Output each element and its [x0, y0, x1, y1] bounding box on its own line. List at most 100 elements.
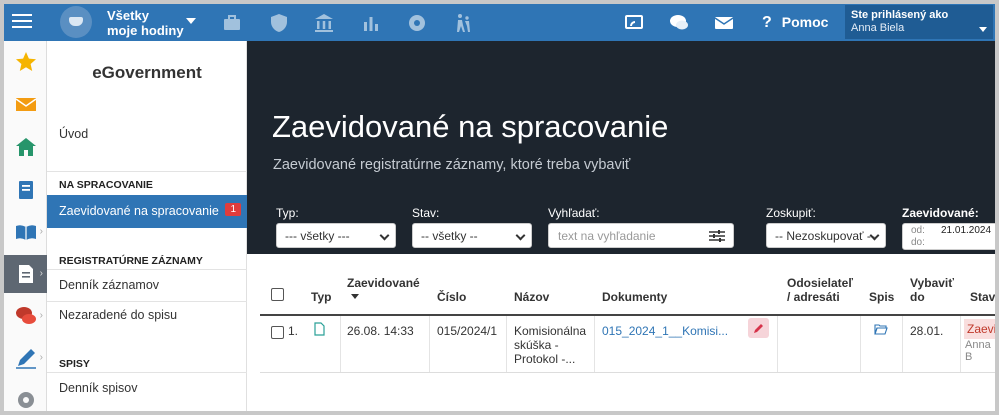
- column-header-vybavit[interactable]: Vybaviť do: [910, 276, 954, 304]
- column-header-odosielatel[interactable]: Odosielateľ / adresáti: [787, 276, 853, 304]
- column-header-label: Zaevidované: [347, 276, 420, 290]
- sidebar-item-dennik-zaznamov[interactable]: Denník záznamov: [47, 270, 247, 301]
- user-menu[interactable]: Ste prihlásený ako Anna Biela: [845, 5, 993, 39]
- page-title: Zaevidované na spracovanie: [272, 109, 669, 144]
- envelope-icon[interactable]: [4, 85, 47, 123]
- document-icon[interactable]: ›: [4, 255, 47, 293]
- date-range-picker[interactable]: od: 21.01.2024 do:neobmedzene: [902, 223, 995, 250]
- column-header-cislo[interactable]: Číslo: [437, 290, 466, 304]
- user-name: Anna Biela: [851, 22, 905, 34]
- nazov-line: Protokol -...: [514, 352, 576, 366]
- group-select[interactable]: -- Nezoskupovať --: [766, 223, 886, 248]
- cell-divider: [429, 316, 430, 372]
- select-all-checkbox[interactable]: [271, 288, 284, 301]
- briefcase-icon[interactable]: [222, 13, 242, 33]
- records-table: Typ Zaevidované Číslo Názov Dokumenty Od…: [260, 266, 995, 411]
- section-title: NA SPRACOVANIE: [59, 179, 153, 191]
- brand-title: eGovernment: [92, 63, 202, 82]
- nazov-line: skúška -: [514, 338, 559, 352]
- help-label: Pomoc: [781, 14, 829, 30]
- column-header-typ[interactable]: Typ: [311, 290, 331, 304]
- cell-divider: [340, 316, 341, 372]
- typ-select-value: --- všetky ---: [285, 229, 350, 243]
- date-to-value: neobmedzene: [911, 249, 974, 250]
- bar-chart-icon[interactable]: [361, 13, 381, 33]
- column-header-label: Odosielateľ: [787, 276, 853, 290]
- gear-icon[interactable]: [407, 13, 427, 33]
- cell-vybavit: 28.01.: [910, 324, 944, 338]
- date-to-label: do:: [911, 237, 925, 248]
- edit-button[interactable]: [748, 318, 769, 338]
- date-from-label: od:: [911, 225, 925, 236]
- stav-select[interactable]: -- všetky --: [412, 223, 532, 248]
- chevron-right-icon: ›: [39, 268, 43, 279]
- row-checkbox[interactable]: [271, 326, 284, 339]
- bank-icon[interactable]: [314, 13, 334, 33]
- module-icon-bar: › › › ›: [4, 41, 47, 411]
- document-link[interactable]: 015_2024_1__Komisi...: [602, 324, 728, 338]
- table-row-divider: [260, 372, 995, 373]
- filter-label-typ: Typ:: [276, 206, 299, 220]
- mail-icon[interactable]: [714, 13, 734, 33]
- help-button[interactable]: ? Pomoc: [762, 14, 828, 32]
- role-line-1: Všetky: [107, 8, 149, 23]
- role-line-2: moje hodiny: [107, 23, 184, 38]
- column-header-nazov[interactable]: Názov: [514, 290, 549, 304]
- chat-icon[interactable]: ›: [4, 297, 47, 335]
- menu-icon[interactable]: [10, 10, 34, 34]
- typ-select[interactable]: --- všetky ---: [276, 223, 396, 248]
- column-header-stav[interactable]: Stav: [970, 290, 995, 304]
- row-index: 1.: [288, 324, 299, 338]
- chat-icon[interactable]: [669, 13, 689, 33]
- pen-icon[interactable]: ›: [4, 339, 47, 377]
- shield-icon[interactable]: [269, 13, 289, 33]
- cell-nazov: Komisionálna skúška - Protokol -...: [514, 324, 586, 366]
- status-badge: Zaevid: [964, 319, 995, 339]
- cell-divider: [506, 316, 507, 372]
- home-icon[interactable]: [4, 128, 47, 166]
- filter-settings-icon[interactable]: [709, 229, 725, 243]
- cell-divider: [902, 316, 903, 372]
- book-icon[interactable]: ›: [4, 213, 47, 251]
- column-header-spis[interactable]: Spis: [869, 290, 894, 304]
- star-icon[interactable]: [4, 43, 47, 81]
- settings-gear-icon[interactable]: [4, 381, 47, 411]
- sidebar-item-dennik-spisov[interactable]: Denník spisov: [47, 373, 247, 404]
- column-header-zaevidovane[interactable]: Zaevidované: [347, 276, 420, 299]
- pencil-icon: [754, 323, 763, 333]
- folder-open-icon[interactable]: [874, 324, 888, 335]
- count-badge: 1: [225, 203, 241, 216]
- cast-icon[interactable]: [624, 13, 644, 33]
- column-header-label: do: [910, 290, 925, 304]
- people-walking-icon[interactable]: [453, 13, 473, 33]
- cell-zaevidovane: 26.08. 14:33: [347, 324, 414, 338]
- group-select-value: -- Nezoskupovať --: [775, 229, 875, 243]
- sidebar-item-zaevidovane[interactable]: Zaevidované na spracovanie 1: [47, 195, 247, 228]
- role-selector[interactable]: Všetky moje hodiny: [107, 8, 184, 38]
- role-avatar-icon[interactable]: [60, 6, 92, 38]
- date-from-value: 21.01.2024: [941, 225, 992, 236]
- chevron-down-icon: [515, 230, 526, 241]
- cell-divider: [594, 316, 595, 372]
- cell-divider: [860, 316, 861, 372]
- chevron-down-icon: [379, 230, 390, 241]
- search-placeholder: text na vyhľadanie: [558, 229, 656, 243]
- caret-down-icon: [979, 27, 987, 32]
- caret-down-icon[interactable]: [186, 18, 196, 24]
- search-input[interactable]: text na vyhľadanie: [548, 223, 734, 248]
- column-header-label: / adresáti: [787, 290, 840, 304]
- filter-label-date: Zaevidované:: [902, 206, 979, 220]
- sidebar-item-home[interactable]: Úvod: [47, 119, 247, 150]
- cell-cislo: 015/2024/1: [437, 324, 498, 338]
- notebook-icon[interactable]: [4, 171, 47, 209]
- chevron-right-icon: ›: [39, 310, 43, 321]
- top-bar: Všetky moje hodiny ? Pomoc Ste prihlásen…: [4, 4, 995, 41]
- column-header-dokumenty[interactable]: Dokumenty: [602, 290, 667, 304]
- sidebar-item-nezaradene[interactable]: Nezaradené do spisu: [47, 300, 247, 331]
- filter-bar: Typ: --- všetky --- Stav: -- všetky -- V…: [247, 201, 995, 254]
- app-window: Všetky moje hodiny ? Pomoc Ste prihlásen…: [0, 0, 999, 415]
- main-content: Zaevidované na spracovanie Zaevidované r…: [247, 41, 995, 411]
- column-header-label: Vybaviť: [910, 276, 954, 290]
- cell-divider: [960, 316, 961, 372]
- chevron-right-icon: ›: [39, 352, 43, 363]
